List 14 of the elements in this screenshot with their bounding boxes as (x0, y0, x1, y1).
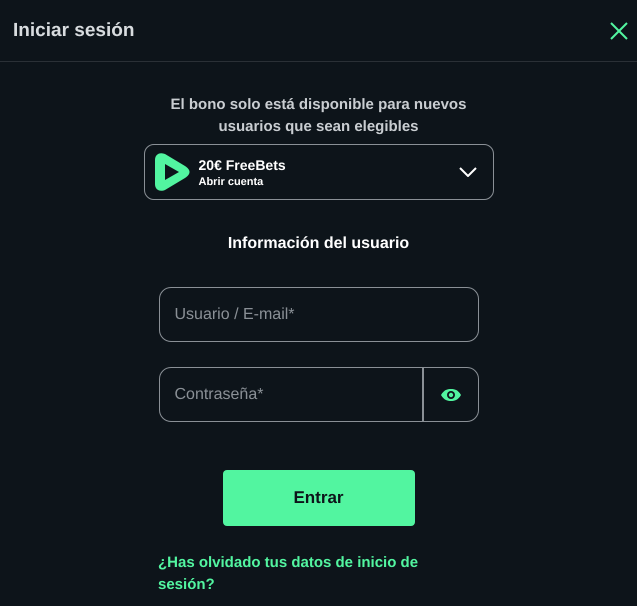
submit-button[interactable]: Entrar (222, 470, 414, 526)
bonus-notice: El bono solo está disponible para nuevos usuarios que sean elegibles (170, 95, 468, 137)
show-password-button[interactable] (422, 367, 478, 422)
form-heading: Información del usuario (228, 235, 410, 253)
username-field[interactable]: Usuario / E-mail* (158, 287, 478, 342)
chevron-icon (458, 167, 476, 177)
bonus-dropdown[interactable]: 20€ FreeBets Abrir cuenta (144, 144, 494, 200)
eye-icon (440, 388, 462, 402)
close-button[interactable] (609, 20, 629, 40)
forgot-credentials-link[interactable]: ¿Has olvidado tus datos de inicio de sesión? (158, 552, 458, 596)
bonus-subtitle: Abrir cuenta (198, 176, 264, 188)
dialog-title: Iniciar sesión (13, 20, 134, 42)
bonus-title: 20€ FreeBets (198, 156, 286, 172)
password-field[interactable]: Contraseña* (158, 367, 422, 422)
